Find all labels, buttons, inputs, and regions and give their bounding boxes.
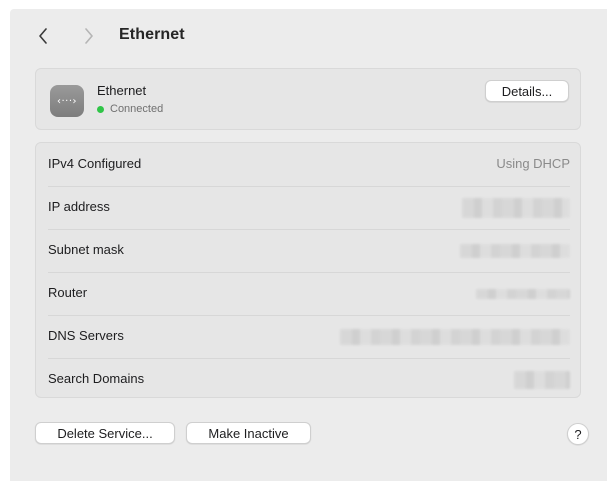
status-text: Connected	[110, 103, 164, 115]
service-name: Ethernet	[97, 83, 147, 98]
info-row-subnet-mask: Subnet mask	[48, 229, 570, 272]
service-status: Connected	[97, 103, 163, 115]
info-row-label: Router	[48, 285, 88, 300]
info-row-value: Using DHCP	[496, 156, 570, 171]
info-row-router: Router	[48, 272, 570, 315]
info-row-ipv4: IPv4 Configured Using DHCP	[48, 143, 570, 186]
redacted-value	[476, 289, 570, 299]
info-row-search-domains: Search Domains	[48, 358, 570, 401]
delete-service-button[interactable]: Delete Service...	[35, 422, 175, 444]
make-inactive-button[interactable]: Make Inactive	[186, 422, 311, 444]
page-title: Ethernet	[119, 26, 185, 43]
details-button[interactable]: Details...	[485, 80, 569, 102]
row-divider	[48, 272, 570, 273]
info-row-label: IP address	[48, 199, 110, 214]
help-button[interactable]: ?	[567, 423, 589, 445]
info-row-label: Subnet mask	[48, 242, 124, 257]
info-row-label: Search Domains	[48, 371, 145, 386]
info-row-label: DNS Servers	[48, 328, 124, 343]
service-card: ‹···› Ethernet Connected Details...	[35, 68, 581, 130]
redacted-value	[340, 329, 570, 345]
row-divider	[48, 186, 570, 187]
network-info-card: IPv4 Configured Using DHCP IP address Su…	[35, 142, 581, 398]
back-button[interactable]	[32, 23, 54, 49]
row-divider	[48, 315, 570, 316]
chevron-right-icon	[85, 28, 93, 44]
toolbar: Ethernet	[10, 9, 607, 65]
info-row-label: IPv4 Configured	[48, 156, 142, 171]
ethernet-icon: ‹···›	[50, 85, 84, 117]
redacted-value	[462, 198, 570, 218]
info-row-dns-servers: DNS Servers	[48, 315, 570, 358]
row-divider	[48, 358, 570, 359]
info-row-ip-address: IP address	[48, 186, 570, 229]
chevron-left-icon	[39, 28, 47, 44]
redacted-value	[460, 244, 570, 258]
forward-button[interactable]	[78, 23, 100, 49]
status-dot-icon	[97, 105, 104, 113]
redacted-value	[514, 371, 570, 389]
row-divider	[48, 229, 570, 230]
settings-window: Ethernet ‹···› Ethernet Connected Detail…	[10, 9, 607, 481]
